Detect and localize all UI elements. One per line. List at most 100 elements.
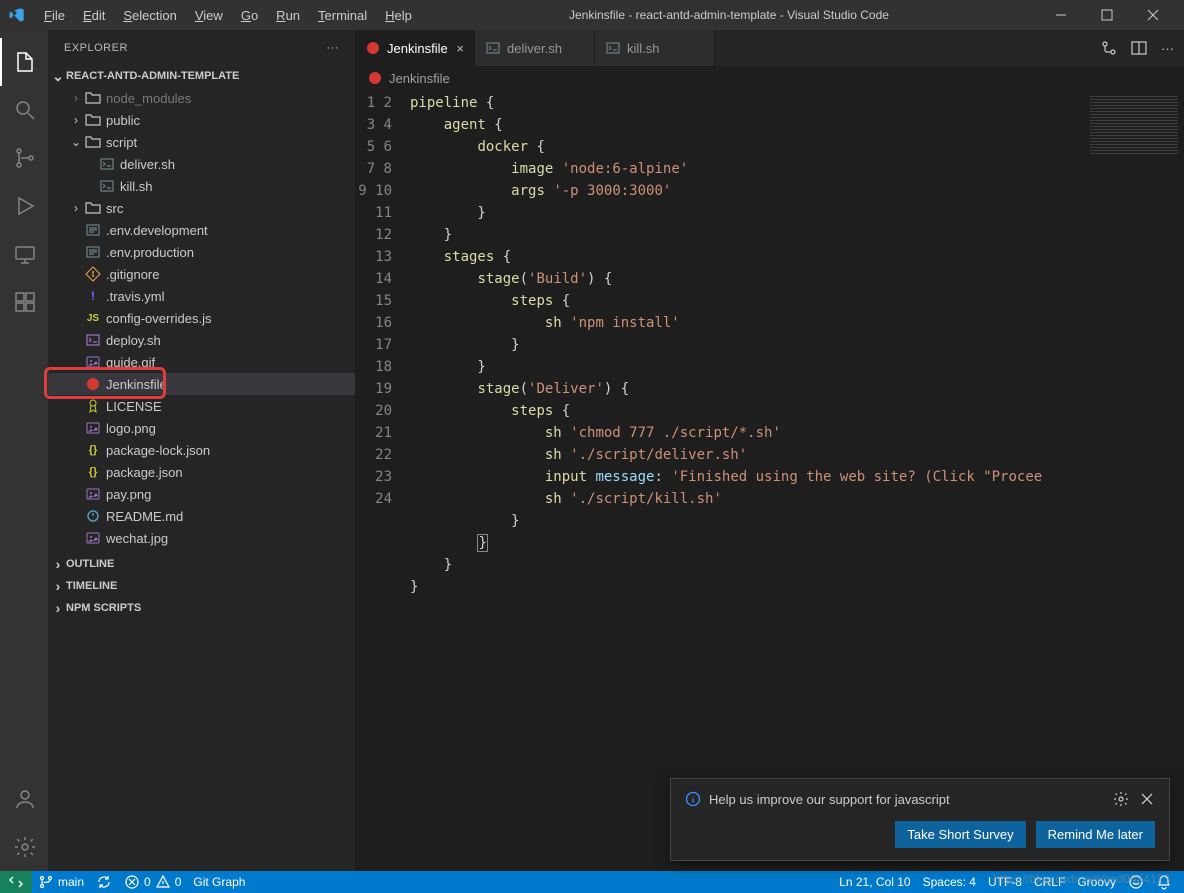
- folder-public[interactable]: ›public: [48, 109, 355, 131]
- minimize-button[interactable]: [1038, 0, 1084, 30]
- split-editor-icon[interactable]: [1131, 40, 1147, 56]
- file-deliver-sh[interactable]: deliver.sh: [48, 153, 355, 175]
- take-survey-button[interactable]: Take Short Survey: [895, 821, 1025, 848]
- md-icon: [84, 507, 102, 525]
- notification-message: Help us improve our support for javascri…: [709, 792, 950, 807]
- menu-file[interactable]: File: [36, 4, 73, 27]
- file-package-lock-json[interactable]: {}package-lock.json: [48, 439, 355, 461]
- file--gitignore[interactable]: .gitignore: [48, 263, 355, 285]
- explorer-title: EXPLORER: [64, 42, 128, 54]
- breadcrumb[interactable]: Jenkinsfile: [355, 66, 1184, 90]
- close-icon[interactable]: [1139, 791, 1155, 807]
- file-wechat-jpg[interactable]: wechat.jpg: [48, 527, 355, 549]
- git-icon: [84, 265, 102, 283]
- more-icon[interactable]: ···: [327, 42, 340, 54]
- editor-area: Jenkinsfile×deliver.shkill.sh ··· Jenkin…: [355, 30, 1184, 871]
- folder-src[interactable]: ›src: [48, 197, 355, 219]
- notification-toast: Help us improve our support for javascri…: [670, 778, 1170, 861]
- extensions-icon[interactable]: [0, 278, 48, 326]
- folder-node_modules[interactable]: ›node_modules: [48, 87, 355, 109]
- menu-selection[interactable]: Selection: [115, 4, 184, 27]
- remind-later-button[interactable]: Remind Me later: [1036, 821, 1155, 848]
- jenkins-icon: [84, 375, 102, 393]
- menu-go[interactable]: Go: [233, 4, 266, 27]
- git-graph-button[interactable]: Git Graph: [187, 875, 251, 889]
- jenkins-icon: [367, 70, 383, 86]
- file-guide-gif[interactable]: guide.gif: [48, 351, 355, 373]
- sidebar-header: EXPLORER ···: [48, 30, 355, 65]
- lic-icon: [84, 397, 102, 415]
- tree-item-label: .env.production: [106, 245, 194, 260]
- indentation[interactable]: Spaces: 4: [917, 875, 982, 889]
- run-debug-icon[interactable]: [0, 182, 48, 230]
- sh-icon: [485, 40, 501, 56]
- info-icon: [685, 791, 701, 807]
- menu-help[interactable]: Help: [377, 4, 420, 27]
- file-tree: ›node_modules›public⌄scriptdeliver.sh kil…: [48, 87, 355, 553]
- remote-explorer-icon[interactable]: [0, 230, 48, 278]
- chevron-right-icon: ›: [50, 600, 66, 616]
- source-control-icon[interactable]: [0, 134, 48, 182]
- file--env-development[interactable]: .env.development: [48, 219, 355, 241]
- sync-button[interactable]: [90, 874, 118, 890]
- file--env-production[interactable]: .env.production: [48, 241, 355, 263]
- code-content[interactable]: pipeline { agent { docker { image 'node:…: [410, 90, 1084, 871]
- maximize-button[interactable]: [1084, 0, 1130, 30]
- account-icon[interactable]: [0, 775, 48, 823]
- file-kill-sh[interactable]: kill.sh: [48, 175, 355, 197]
- tree-item-label: config-overrides.js: [106, 311, 212, 326]
- editor[interactable]: 1 2 3 4 5 6 7 8 9 10 11 12 13 14 15 16 1…: [355, 90, 1184, 871]
- problems-indicator[interactable]: 0 0: [118, 874, 187, 890]
- file-Jenkinsfile[interactable]: Jenkinsfile: [48, 373, 355, 395]
- tree-item-label: Jenkinsfile: [106, 377, 167, 392]
- git-branch[interactable]: main: [32, 874, 90, 890]
- compare-changes-icon[interactable]: [1101, 40, 1117, 56]
- line-gutter: 1 2 3 4 5 6 7 8 9 10 11 12 13 14 15 16 1…: [355, 90, 410, 871]
- timeline-section[interactable]: › TIMELINE: [48, 575, 355, 597]
- img-icon: [84, 529, 102, 547]
- minimap[interactable]: [1084, 90, 1184, 871]
- gear-icon[interactable]: [1113, 791, 1129, 807]
- outline-label: OUTLINE: [66, 558, 114, 570]
- tree-item-label: script: [106, 135, 137, 150]
- chevron-right-icon: ›: [50, 556, 66, 572]
- file-deploy-sh[interactable]: deploy.sh: [48, 329, 355, 351]
- file--travis-yml[interactable]: !.travis.yml: [48, 285, 355, 307]
- project-section-header[interactable]: ⌄ REACT-ANTD-ADMIN-TEMPLATE: [48, 65, 355, 87]
- settings-gear-icon[interactable]: [0, 823, 48, 871]
- watermark: https://blog.csdn.net/asd0654123: [993, 872, 1170, 886]
- cursor-position[interactable]: Ln 21, Col 10: [833, 875, 916, 889]
- file-logo-png[interactable]: logo.png: [48, 417, 355, 439]
- file-README-md[interactable]: README.md: [48, 505, 355, 527]
- tree-item-label: kill.sh: [120, 179, 153, 194]
- folder-script[interactable]: ⌄script: [48, 131, 355, 153]
- more-actions-icon[interactable]: ···: [1161, 41, 1174, 56]
- window-title: Jenkinsfile - react-antd-admin-template …: [420, 8, 1038, 22]
- menu-terminal[interactable]: Terminal: [310, 4, 375, 27]
- file-LICENSE[interactable]: LICENSE: [48, 395, 355, 417]
- tab-kill-sh[interactable]: kill.sh: [595, 30, 715, 66]
- close-icon[interactable]: ×: [456, 41, 464, 56]
- file-package-json[interactable]: {}package.json: [48, 461, 355, 483]
- file-pay-png[interactable]: pay.png: [48, 483, 355, 505]
- menu-run[interactable]: Run: [268, 4, 308, 27]
- search-view-icon[interactable]: [0, 86, 48, 134]
- tab-deliver-sh[interactable]: deliver.sh: [475, 30, 595, 66]
- tree-item-label: node_modules: [106, 91, 191, 106]
- remote-indicator[interactable]: [0, 871, 32, 893]
- npm-label: NPM SCRIPTS: [66, 602, 141, 614]
- explorer-view-icon[interactable]: [0, 38, 48, 86]
- file-config-overrides-js[interactable]: JSconfig-overrides.js: [48, 307, 355, 329]
- outline-section[interactable]: › OUTLINE: [48, 553, 355, 575]
- img-icon: [84, 419, 102, 437]
- branch-name: main: [58, 875, 84, 889]
- sh2-icon: [84, 331, 102, 349]
- npm-scripts-section[interactable]: › NPM SCRIPTS: [48, 597, 355, 619]
- menu-view[interactable]: View: [187, 4, 231, 27]
- tree-item-label: README.md: [106, 509, 183, 524]
- menu-edit[interactable]: Edit: [75, 4, 113, 27]
- close-button[interactable]: [1130, 0, 1176, 30]
- tab-Jenkinsfile[interactable]: Jenkinsfile×: [355, 30, 475, 66]
- tree-item-label: src: [106, 201, 123, 216]
- activity-bar: [0, 30, 48, 871]
